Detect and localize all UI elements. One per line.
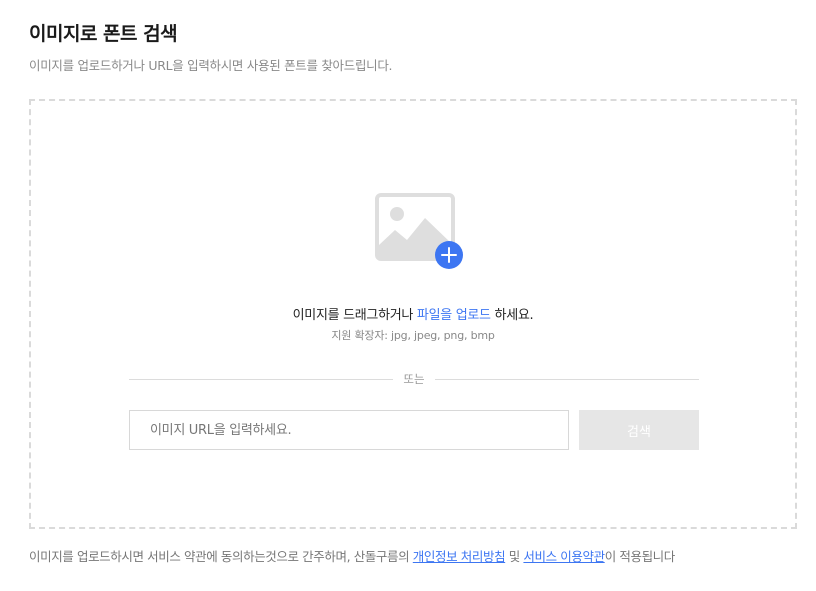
- image-dropzone[interactable]: 이미지를 드래그하거나 파일을 업로드 하세요. 지원 확장자: jpg, jp…: [29, 99, 797, 529]
- image-upload-icon[interactable]: [375, 193, 465, 269]
- upload-file-link[interactable]: 파일을 업로드: [417, 308, 491, 323]
- terms-and: 및: [505, 549, 524, 564]
- search-button[interactable]: 검색: [579, 410, 699, 450]
- drag-prefix: 이미지를 드래그하거나: [292, 308, 417, 323]
- terms-notice: 이미지를 업로드하시면 서비스 약관에 동의하는것으로 간주하며, 산돌구름의 …: [29, 546, 675, 565]
- drag-instruction: 이미지를 드래그하거나 파일을 업로드 하세요.: [31, 304, 795, 323]
- terms-suffix: 이 적용됩니다: [604, 549, 676, 564]
- privacy-policy-link[interactable]: 개인정보 처리방침: [413, 549, 506, 564]
- or-divider: 또는: [129, 371, 699, 387]
- page-title: 이미지로 폰트 검색: [29, 23, 178, 45]
- supported-extensions: 지원 확장자: jpg, jpeg, png, bmp: [331, 329, 495, 342]
- drag-suffix: 하세요.: [490, 308, 534, 323]
- divider-line-right: [435, 379, 699, 380]
- terms-of-service-link[interactable]: 서비스 이용약관: [523, 549, 605, 564]
- page-subtitle: 이미지를 업로드하거나 URL을 입력하시면 사용된 폰트를 찾아드립니다.: [29, 58, 393, 73]
- terms-prefix: 이미지를 업로드하시면 서비스 약관에 동의하는것으로 간주하며, 산돌구름의: [29, 549, 413, 564]
- image-url-input[interactable]: [129, 410, 569, 450]
